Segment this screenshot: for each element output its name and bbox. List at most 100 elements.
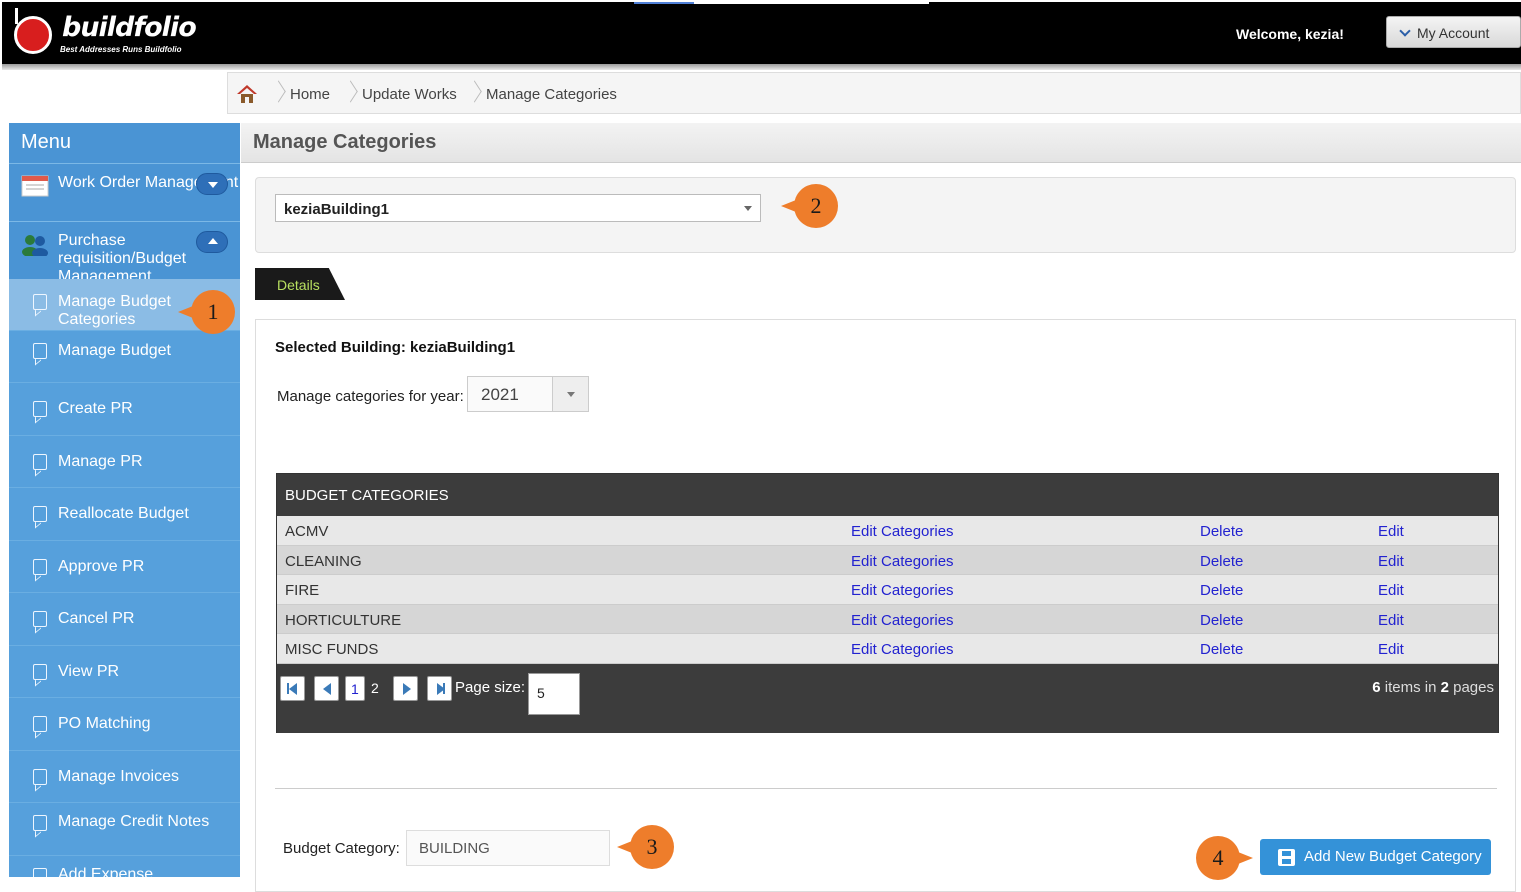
sidebar-item-manage-credit-notes[interactable]: Manage Credit Notes (9, 803, 240, 856)
home-icon[interactable] (236, 83, 258, 105)
category-name: MISC FUNDS (285, 641, 379, 659)
calendar-icon (21, 175, 49, 197)
category-name: CLEANING (285, 552, 362, 570)
table-row: FIRE Edit Categories Delete Edit (277, 575, 1498, 605)
grid-pager: 1 2 Page size: 5 6 items in 2 pages (277, 663, 1498, 733)
note-icon (33, 294, 47, 310)
prev-page-icon[interactable] (314, 675, 339, 701)
welcome-text: Welcome, kezia! (1236, 26, 1344, 42)
collapse-toggle-icon[interactable] (196, 231, 228, 253)
breadcrumb-home[interactable]: Home (290, 86, 330, 103)
edit-link[interactable]: Edit (1378, 641, 1404, 658)
items-text: items in (1380, 678, 1441, 696)
delete-link[interactable]: Delete (1200, 641, 1243, 658)
sidebar-item-manage-budget[interactable]: Manage Budget (9, 331, 240, 383)
category-name: FIRE (285, 582, 320, 600)
note-icon (33, 768, 47, 785)
edit-categories-link[interactable]: Edit Categories (851, 553, 954, 570)
triangle-right-icon (403, 682, 411, 695)
add-button-label: Add New Budget Category (1304, 848, 1482, 865)
sidebar-item-label: Add Expense (58, 865, 154, 878)
edit-categories-link[interactable]: Edit Categories (851, 582, 954, 599)
edit-categories-link[interactable]: Edit Categories (851, 612, 954, 629)
grid-header: BUDGET CATEGORIES (277, 474, 1498, 516)
annotation-callout-3: 3 (617, 825, 674, 869)
tab-details[interactable]: Details (255, 268, 345, 300)
my-account-button[interactable]: My Account (1386, 16, 1521, 48)
page-size-label: Page size: (455, 678, 526, 696)
page-size-input[interactable]: 5 (528, 672, 580, 715)
caret-down-icon[interactable] (552, 377, 588, 411)
sidebar-item-label: Manage Budget (58, 342, 171, 359)
page-number-current[interactable]: 1 (345, 675, 365, 701)
sidebar-item-manage-invoices[interactable]: Manage Invoices (9, 751, 240, 803)
sidebar-group-work-order[interactable]: Work Order Management (9, 163, 240, 221)
pages-count: 2 (1440, 678, 1449, 696)
sidebar-item-label: Manage PR (58, 452, 143, 470)
delete-link[interactable]: Delete (1200, 523, 1243, 540)
next-page-icon[interactable] (393, 675, 418, 701)
category-name: ACMV (285, 523, 329, 540)
budget-category-label: Budget Category: (283, 840, 400, 857)
sidebar-item-label: Manage Credit Notes (58, 813, 210, 830)
items-info: 6 items in 2 pages (1372, 679, 1494, 696)
delete-link[interactable]: Delete (1200, 612, 1243, 629)
sidebar-item-approve-pr[interactable]: Approve PR (9, 541, 240, 593)
note-icon (33, 867, 47, 877)
expand-toggle-icon[interactable] (196, 173, 228, 195)
sidebar-item-reallocate-budget[interactable]: Reallocate Budget (9, 488, 240, 541)
sidebar-item-create-pr[interactable]: Create PR (9, 383, 240, 436)
my-account-label: My Account (1417, 25, 1490, 41)
delete-link[interactable]: Delete (1200, 553, 1243, 570)
category-name: HORTICULTURE (285, 611, 402, 629)
logo-icon[interactable] (14, 16, 52, 54)
sidebar-item-label: Cancel PR (58, 610, 135, 627)
sidebar-item-label: PO Matching (58, 715, 151, 732)
first-page-icon[interactable] (280, 675, 305, 701)
sidebar-item-cancel-pr[interactable]: Cancel PR (9, 593, 240, 646)
note-icon (33, 663, 47, 680)
last-page-icon[interactable] (427, 675, 452, 701)
page-number[interactable]: 2 (366, 676, 384, 701)
building-select[interactable]: keziaBuilding1 (275, 194, 761, 222)
add-new-budget-category-button[interactable]: Add New Budget Category (1260, 839, 1491, 875)
sidebar-item-manage-pr[interactable]: Manage PR (9, 436, 240, 488)
budget-category-input[interactable]: BUILDING (406, 830, 610, 866)
edit-link[interactable]: Edit (1378, 553, 1404, 570)
sidebar-item-label: Manage Invoices (58, 767, 179, 785)
annotation-callout-2: 2 (781, 184, 838, 228)
budget-categories-grid: BUDGET CATEGORIES ACMV Edit Categories D… (276, 473, 1499, 733)
note-icon (33, 611, 47, 627)
table-row: MISC FUNDS Edit Categories Delete Edit (277, 634, 1498, 664)
edit-link[interactable]: Edit (1378, 612, 1404, 629)
sidebar-item-label: Approve PR (58, 557, 145, 575)
year-label: Manage categories for year: (277, 388, 464, 405)
edit-link[interactable]: Edit (1378, 582, 1404, 599)
triangle-left-icon (289, 682, 297, 695)
logo-text[interactable]: buildfolio (62, 12, 197, 43)
breadcrumb-update-works[interactable]: Update Works (362, 86, 457, 103)
sidebar-menu: Menu Work Order Management Purchase requ… (9, 123, 240, 877)
sidebar-item-po-matching[interactable]: PO Matching (9, 698, 240, 751)
breadcrumb: Home Update Works Manage Categories (227, 72, 1521, 114)
edit-categories-link[interactable]: Edit Categories (851, 523, 954, 540)
table-row: HORTICULTURE Edit Categories Delete Edit (277, 604, 1498, 635)
items-count: 6 (1372, 678, 1381, 696)
note-icon (33, 453, 47, 470)
note-icon (33, 716, 47, 732)
breadcrumb-manage-categories: Manage Categories (486, 86, 617, 103)
sidebar-item-view-pr[interactable]: View PR (9, 646, 240, 698)
edit-link[interactable]: Edit (1378, 523, 1404, 540)
logo-tagline: Best Addresses Runs Buildfolio (60, 45, 182, 54)
delete-link[interactable]: Delete (1200, 582, 1243, 599)
edit-categories-link[interactable]: Edit Categories (851, 641, 954, 658)
logo-mark (15, 8, 18, 24)
sidebar-item-add-expense[interactable]: Add Expense (9, 856, 240, 878)
caret-down-icon (744, 206, 752, 211)
users-icon (22, 235, 48, 256)
year-select[interactable]: 2021 (467, 376, 589, 412)
sidebar-group-purchase-requisition[interactable]: Purchase requisition/Budget Management (9, 221, 240, 279)
sidebar-item-label: Reallocate Budget (58, 505, 189, 522)
note-icon (33, 558, 47, 575)
sidebar-item-label: Create PR (58, 400, 133, 417)
